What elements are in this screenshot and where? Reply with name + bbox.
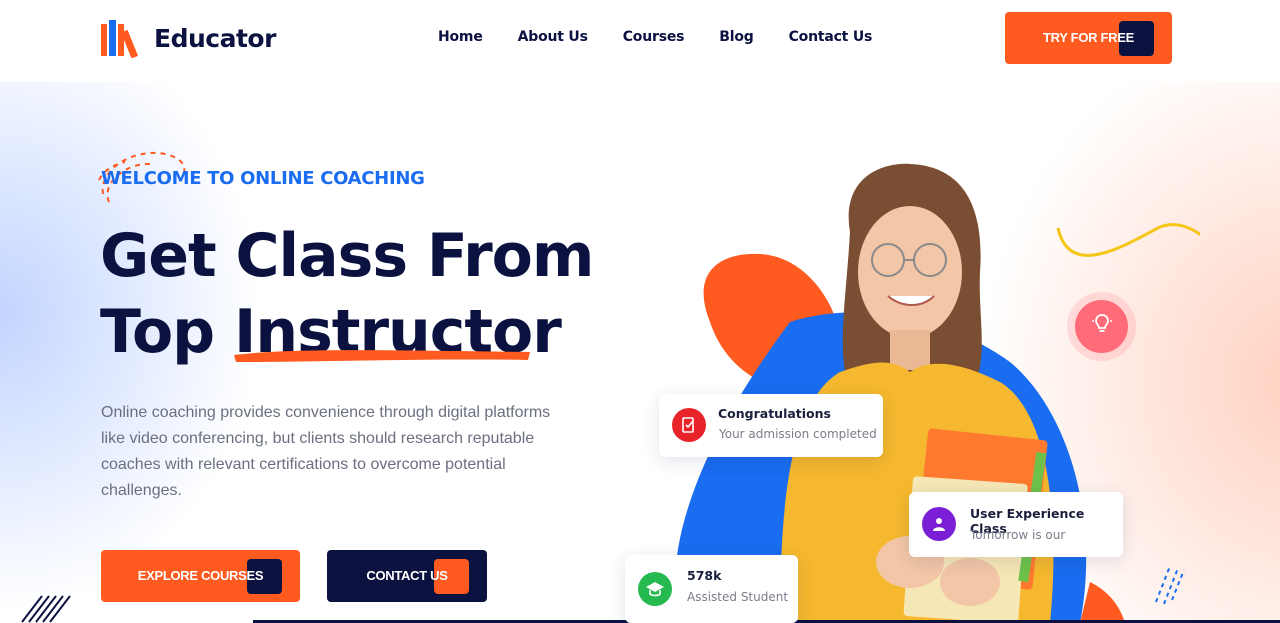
stripes-decoration bbox=[21, 595, 71, 623]
hero-tagline: WELCOME TO ONLINE COACHING bbox=[101, 168, 425, 189]
admission-card-subtitle: Your admission completed bbox=[719, 427, 877, 441]
lightbulb-badge bbox=[1075, 300, 1128, 353]
try-for-free-label: TRY FOR FREE bbox=[1042, 30, 1135, 45]
contact-us-label: CONTACT US bbox=[366, 568, 448, 583]
headline-line-1: Get Class From bbox=[100, 221, 594, 291]
hero-section: WELCOME TO ONLINE COACHING Get Class Fro… bbox=[0, 82, 1280, 623]
graduation-cap-icon bbox=[638, 572, 672, 606]
class-user-icon bbox=[922, 507, 956, 541]
admission-card-title: Congratulations bbox=[718, 406, 831, 421]
nav-about-us[interactable]: About Us bbox=[518, 29, 588, 45]
brand-name: Educator bbox=[154, 23, 276, 53]
nav-home[interactable]: Home bbox=[438, 29, 483, 45]
admission-card: Congratulations Your admission completed bbox=[659, 394, 883, 457]
hero-description: Online coaching provides convenience thr… bbox=[101, 404, 551, 499]
brush-underline-decoration bbox=[234, 350, 530, 362]
contact-us-button[interactable]: CONTACT US bbox=[327, 550, 487, 602]
main-nav: Home About Us Courses Blog Contact Us bbox=[438, 29, 907, 45]
lightbulb-icon bbox=[1090, 312, 1114, 341]
nav-courses[interactable]: Courses bbox=[623, 29, 685, 45]
admission-icon bbox=[672, 408, 706, 442]
nav-contact-us[interactable]: Contact Us bbox=[789, 29, 873, 45]
class-card: User Experience Class Tomorrow is our bbox=[909, 492, 1123, 557]
students-count: 578k bbox=[687, 568, 722, 583]
class-card-subtitle: Tomorrow is our bbox=[970, 528, 1066, 542]
nav-blog[interactable]: Blog bbox=[719, 29, 754, 45]
students-card: 578k Assisted Student bbox=[625, 555, 798, 623]
explore-courses-button[interactable]: EXPLORE COURSES bbox=[101, 550, 300, 602]
brand-logo[interactable]: Educator bbox=[100, 18, 276, 59]
try-for-free-button[interactable]: TRY FOR FREE bbox=[1005, 12, 1172, 64]
explore-courses-label: EXPLORE COURSES bbox=[137, 568, 264, 583]
site-header: Educator Home About Us Courses Blog Cont… bbox=[0, 0, 1280, 82]
books-logo-icon bbox=[100, 18, 146, 59]
students-label: Assisted Student bbox=[687, 590, 789, 604]
headline-prefix: Top bbox=[100, 297, 235, 367]
